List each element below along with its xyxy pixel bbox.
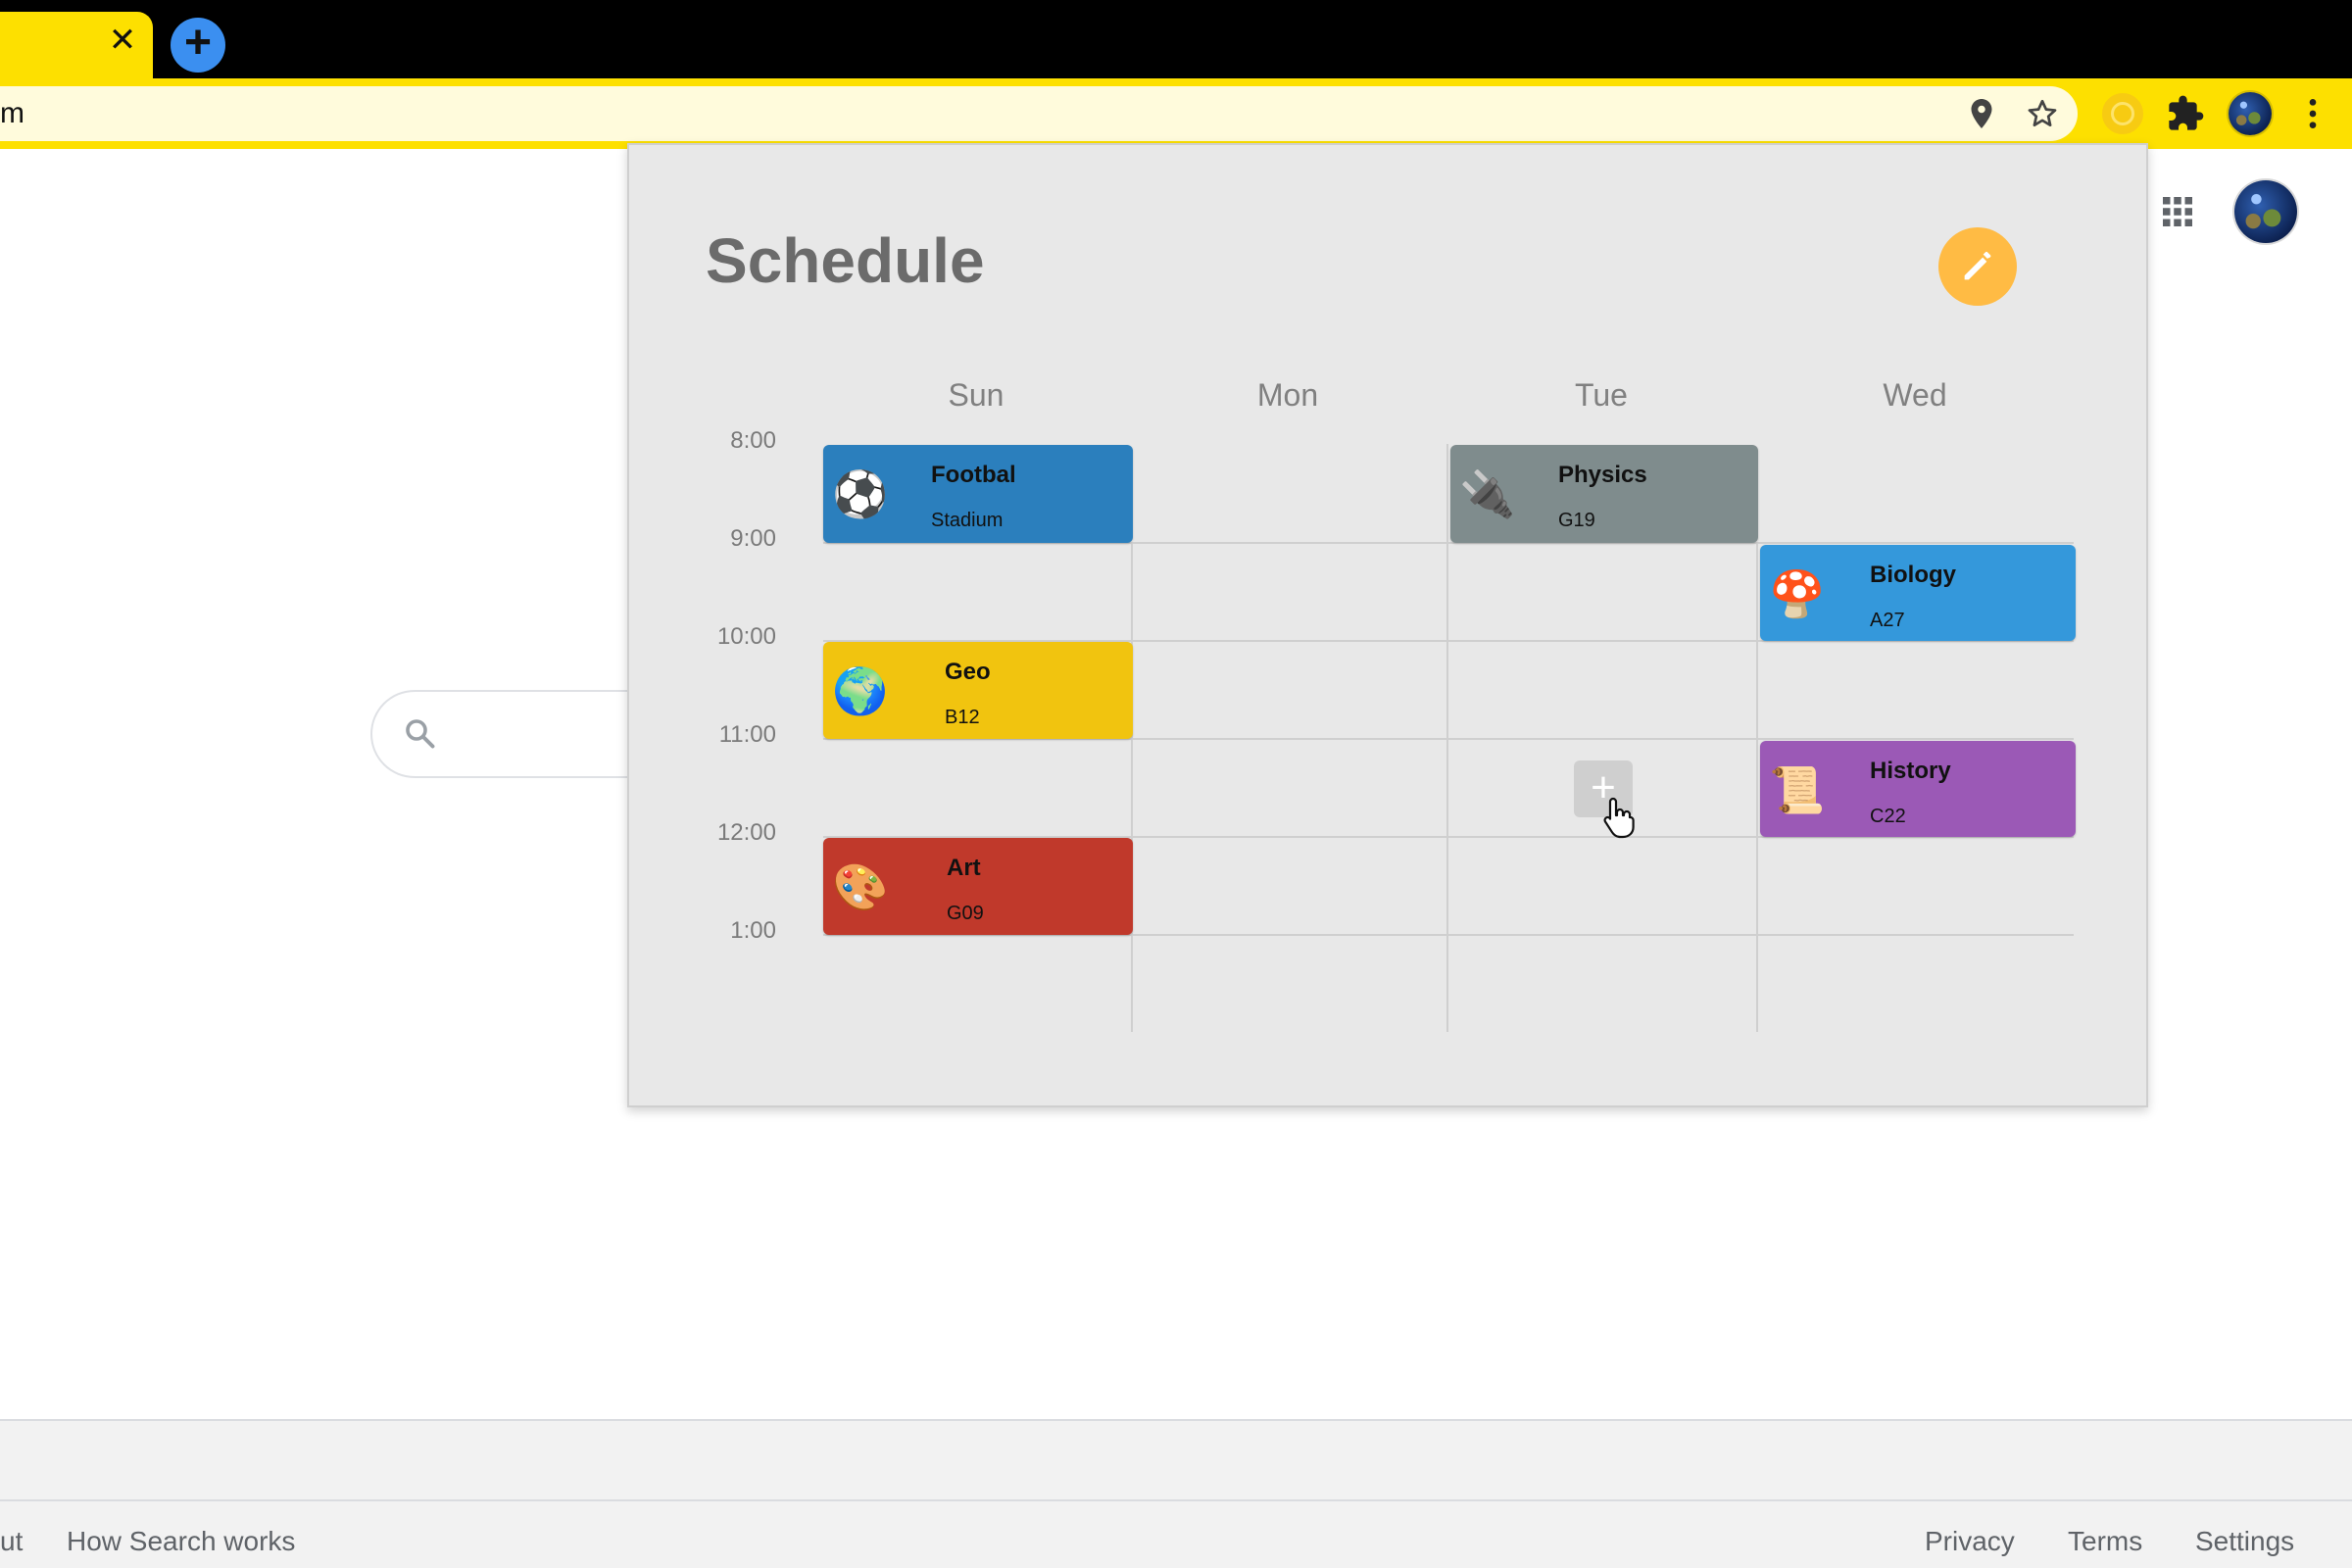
- pencil-icon: [1964, 252, 1991, 280]
- account-avatar[interactable]: [2234, 180, 2297, 243]
- event-room: B12: [945, 707, 980, 728]
- footer-link-about[interactable]: ut: [0, 1525, 23, 1558]
- day-header-wed: Wed: [1883, 377, 1947, 413]
- new-tab-button[interactable]: +: [171, 18, 225, 73]
- page-title: Schedule: [706, 225, 985, 296]
- schedule-extension-icon[interactable]: [2099, 90, 2146, 137]
- event-room: Stadium: [931, 510, 1004, 531]
- bookmark-star-icon[interactable]: [2025, 96, 2060, 131]
- event-title: Footbal: [931, 462, 1016, 488]
- footer-link-terms[interactable]: Terms: [2068, 1525, 2142, 1558]
- time-label: 10:00: [716, 623, 776, 650]
- event-art[interactable]: 🎨 Art G09: [823, 838, 1133, 935]
- apps-grid-icon[interactable]: [2160, 194, 2195, 229]
- tab-close-button[interactable]: ✕: [106, 24, 139, 57]
- profile-avatar[interactable]: [2229, 92, 2272, 135]
- time-label: 9:00: [730, 525, 776, 552]
- grid-line: [1131, 542, 1133, 1032]
- address-bar[interactable]: [0, 86, 2078, 141]
- event-room: A27: [1870, 610, 1905, 631]
- mushroom-icon: 🍄: [1769, 567, 1826, 620]
- event-room: G09: [947, 903, 984, 924]
- time-label: 12:00: [716, 819, 776, 846]
- event-history[interactable]: 📜 History C22: [1760, 741, 2076, 837]
- event-title: Physics: [1558, 462, 1647, 488]
- tab-strip: [0, 0, 2352, 78]
- grid-line: [1446, 444, 1448, 1032]
- extensions-puzzle-icon[interactable]: [2166, 94, 2205, 133]
- location-pin-icon[interactable]: [1964, 96, 1999, 131]
- event-geo[interactable]: 🌍 Geo B12: [823, 642, 1133, 739]
- day-header-sun: Sun: [948, 377, 1004, 413]
- event-physics[interactable]: 🔌 Physics G19: [1450, 445, 1758, 543]
- footer-link-settings[interactable]: Settings: [2195, 1525, 2294, 1558]
- footer-link-how-search-works[interactable]: How Search works: [67, 1525, 295, 1558]
- address-bar-text: m: [0, 97, 24, 129]
- browser-menu-icon[interactable]: [2293, 94, 2332, 133]
- event-biology[interactable]: 🍄 Biology A27: [1760, 545, 2076, 641]
- event-room: C22: [1870, 806, 1906, 827]
- search-icon: [406, 719, 435, 749]
- time-label: 8:00: [730, 427, 776, 454]
- scroll-icon: 📜: [1769, 763, 1826, 816]
- event-title: Biology: [1870, 562, 1956, 588]
- palette-icon: 🎨: [832, 860, 889, 913]
- day-header-mon: Mon: [1256, 377, 1319, 413]
- hand-cursor-icon: [1603, 797, 1635, 839]
- event-title: History: [1870, 758, 1951, 784]
- time-label: 11:00: [718, 721, 776, 748]
- footer-link-privacy[interactable]: Privacy: [1925, 1525, 2015, 1558]
- time-label: 1:00: [730, 917, 776, 944]
- grid-line: [1756, 542, 1758, 1032]
- footer-country-bar: [0, 1419, 2352, 1499]
- edit-button[interactable]: [1938, 227, 2017, 306]
- event-football[interactable]: ⚽ Footbal Stadium: [823, 445, 1133, 543]
- globe-icon: 🌍: [832, 664, 889, 717]
- event-room: G19: [1558, 510, 1595, 531]
- day-header-tue: Tue: [1575, 377, 1628, 413]
- event-title: Art: [947, 855, 981, 881]
- soccer-ball-icon: ⚽: [832, 467, 889, 520]
- plug-icon: 🔌: [1459, 467, 1516, 520]
- event-title: Geo: [945, 659, 991, 685]
